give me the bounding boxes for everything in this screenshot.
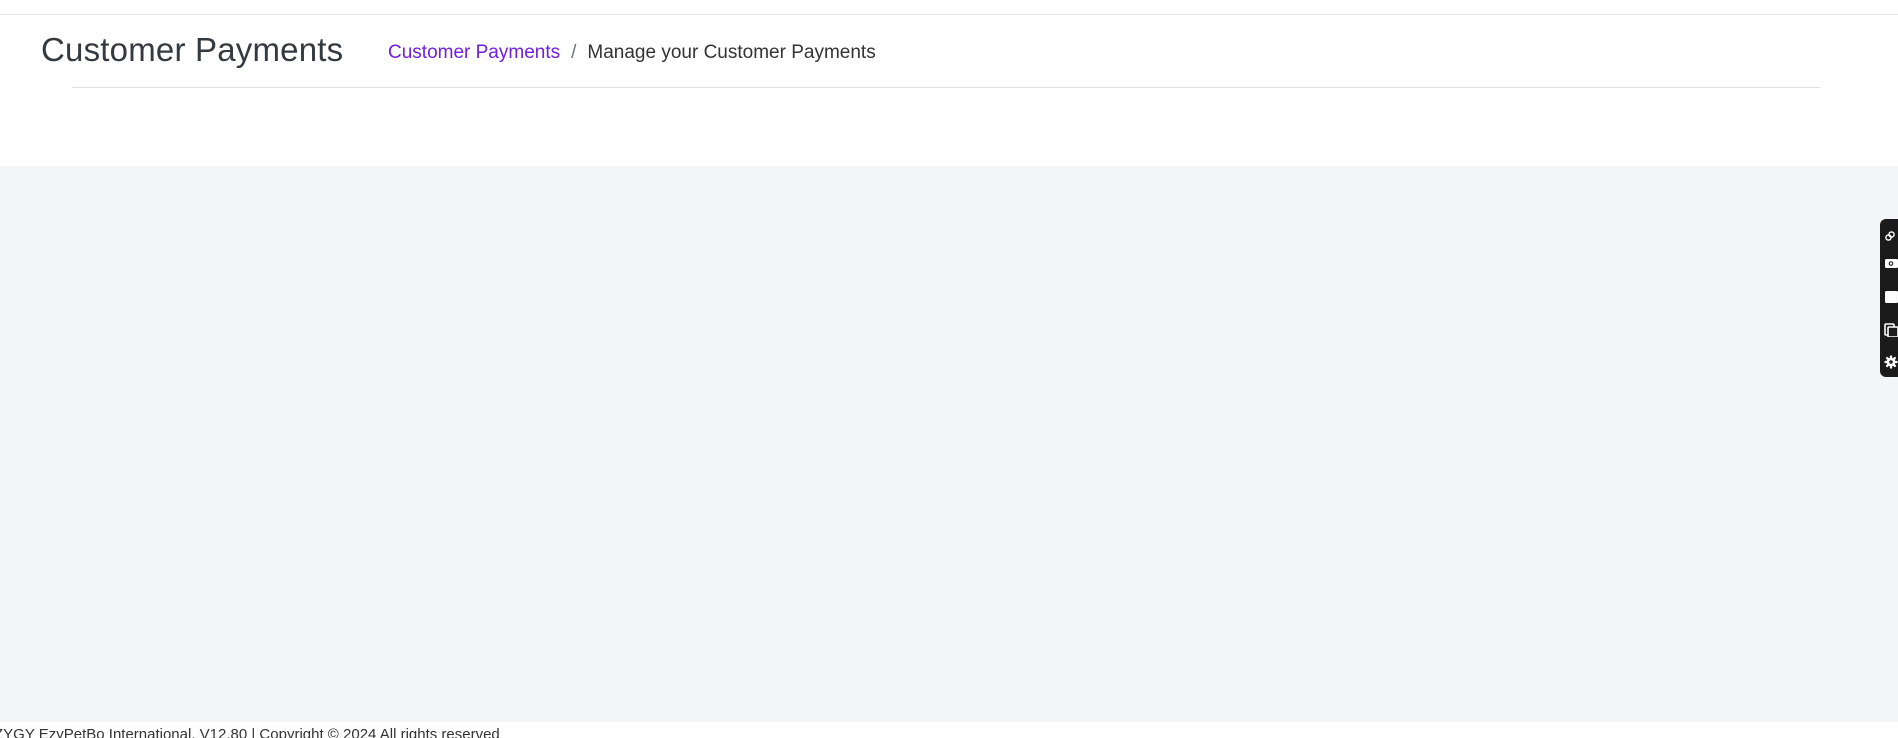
copy-icon[interactable] bbox=[1884, 319, 1898, 341]
gear-icon[interactable] bbox=[1884, 351, 1898, 373]
main-content-area bbox=[0, 166, 1898, 722]
link-icon[interactable] bbox=[1884, 225, 1898, 247]
breadcrumb-separator: / bbox=[571, 42, 577, 63]
breadcrumb-link-customer-payments[interactable]: Customer Payments bbox=[388, 42, 560, 64]
side-toolbar bbox=[1880, 219, 1898, 377]
header-divider bbox=[72, 87, 1820, 88]
page-title: Customer Payments bbox=[41, 31, 344, 68]
square-icon[interactable] bbox=[1884, 286, 1898, 308]
breadcrumb: Customer Payments / Manage your Customer… bbox=[388, 42, 876, 64]
top-navbar-edge bbox=[0, 0, 1898, 15]
camera-icon[interactable] bbox=[1884, 252, 1898, 274]
footer: ZYGY EzyPetBo International. V12.80 | Co… bbox=[0, 722, 1898, 738]
breadcrumb-current: Manage your Customer Payments bbox=[587, 42, 876, 63]
page-header: Customer Payments Customer Payments / Ma… bbox=[0, 15, 1898, 165]
footer-copyright: ZYGY EzyPetBo International. V12.80 | Co… bbox=[0, 726, 500, 738]
